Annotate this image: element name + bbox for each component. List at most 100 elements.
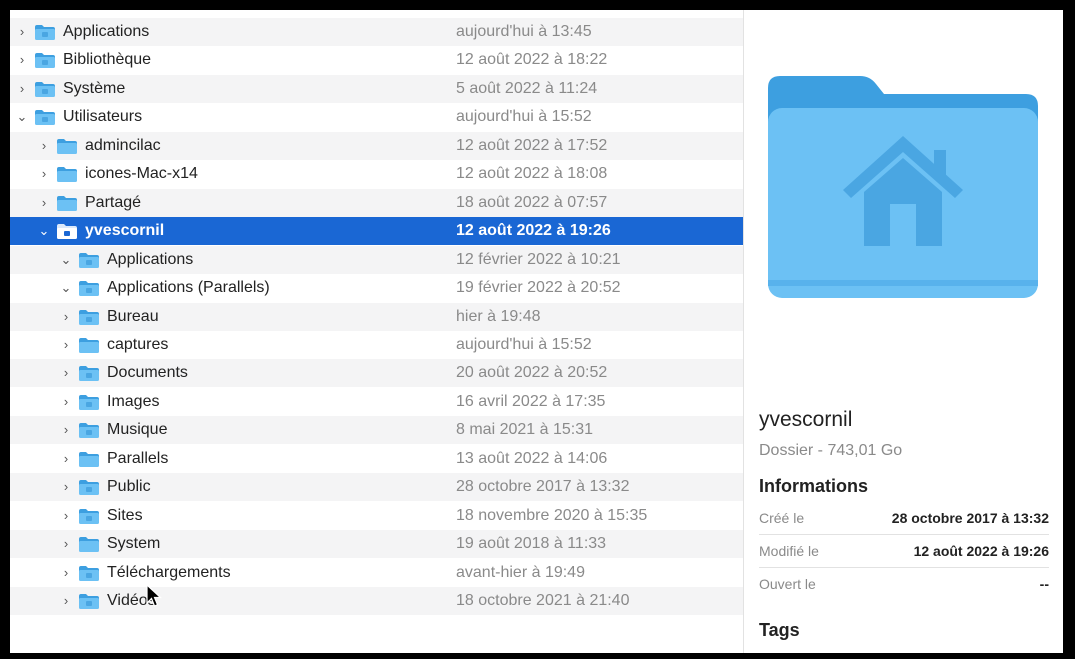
date-modified: 18 août 2022 à 07:57 [456, 193, 608, 211]
disclosure-collapsed-icon[interactable]: › [38, 132, 50, 160]
list-item[interactable]: › Images 16 avril 2022 à 17:35 [10, 388, 743, 416]
modified-value: 12 août 2022 à 19:26 [913, 543, 1049, 559]
list-item[interactable]: › Vidéos 18 octobre 2021 à 21:40 [10, 587, 743, 615]
pictures-folder-icon [79, 394, 99, 410]
info-separator [759, 567, 1049, 568]
disclosure-collapsed-icon[interactable]: › [60, 587, 72, 615]
date-modified: aujourd'hui à 15:52 [456, 108, 592, 126]
folder-icon [57, 167, 77, 183]
movies-folder-icon [79, 594, 99, 609]
file-name: Musique [107, 421, 168, 439]
downloads-folder-icon [79, 565, 99, 581]
disclosure-collapsed-icon[interactable]: › [60, 359, 72, 387]
opened-value: -- [1039, 576, 1049, 592]
file-name: Bureau [107, 307, 159, 325]
date-modified: 16 avril 2022 à 17:35 [456, 392, 606, 410]
home-folder-icon [57, 224, 77, 240]
file-name: Partagé [85, 193, 142, 211]
users-folder-icon [35, 110, 55, 126]
created-label: Créé le [759, 510, 805, 526]
file-name: Parallels [107, 449, 169, 467]
file-name: Documents [107, 364, 188, 382]
list-item[interactable]: › Musique 8 mai 2021 à 15:31 [10, 416, 743, 445]
date-modified: 12 février 2022 à 10:21 [456, 250, 621, 268]
home-folder-icon [768, 76, 1038, 298]
folder-icon [79, 537, 99, 553]
preview-pane: yvescornil Dossier - 743,01 Go Informati… [744, 10, 1063, 653]
list-item[interactable]: › admincilac 12 août 2022 à 17:52 [10, 131, 743, 160]
disclosure-collapsed-icon[interactable]: › [60, 502, 72, 530]
created-value: 28 octobre 2017 à 13:32 [891, 510, 1049, 526]
file-list: › Applications aujourd'hui à 13:45 › Bibliot… [10, 10, 743, 653]
info-separator [759, 534, 1049, 535]
info-heading: Informations [759, 476, 869, 496]
file-name: yvescornil [85, 222, 165, 240]
disclosure-expanded-icon[interactable]: ⌄ [38, 217, 50, 245]
disclosure-collapsed-icon[interactable]: › [38, 189, 50, 217]
disclosure-collapsed-icon[interactable]: › [60, 416, 72, 444]
list-item[interactable]: › Sites 18 novembre 2020 à 15:35 [10, 502, 743, 530]
list-item[interactable]: › Partagé 18 août 2022 à 07:57 [10, 188, 743, 217]
list-item[interactable]: › Téléchargements avant-hier à 19:49 [10, 559, 743, 587]
date-modified: aujourd'hui à 15:52 [456, 335, 592, 353]
date-modified: 12 août 2022 à 18:08 [456, 165, 608, 183]
disclosure-expanded-icon[interactable]: ⌄ [60, 246, 72, 274]
disclosure-collapsed-icon[interactable]: › [60, 303, 72, 331]
list-item[interactable]: › icones-Mac-x14 12 août 2022 à 18:08 [10, 160, 743, 188]
file-name: Images [107, 392, 160, 410]
folder-icon [57, 138, 77, 154]
list-item[interactable]: › Système 5 août 2022 à 11:24 [10, 74, 743, 103]
date-modified: hier à 19:48 [456, 307, 541, 325]
list-item[interactable]: › captures aujourd'hui à 15:52 [10, 331, 743, 359]
folder-icon [79, 451, 99, 467]
disclosure-collapsed-icon[interactable]: › [16, 75, 28, 103]
file-name: admincilac [85, 136, 161, 154]
list-item[interactable]: › System 19 août 2018 à 11:33 [10, 530, 743, 559]
modified-label: Modifié le [759, 543, 819, 559]
date-modified: 12 août 2022 à 17:52 [456, 136, 608, 154]
list-item[interactable]: › Documents 20 août 2022 à 20:52 [10, 359, 743, 388]
list-item[interactable]: ⌄ Applications 12 février 2022 à 10:21 [10, 245, 743, 274]
list-item[interactable]: › Bibliothèque 12 août 2022 à 18:22 [10, 46, 743, 74]
disclosure-collapsed-icon[interactable]: › [60, 473, 72, 501]
list-item[interactable]: › Public 28 octobre 2017 à 13:32 [10, 473, 743, 502]
mouse-pointer-icon [146, 584, 162, 607]
file-name: icones-Mac-x14 [85, 165, 198, 183]
desktop-folder-icon [79, 309, 99, 325]
date-modified: 12 août 2022 à 19:26 [456, 222, 611, 240]
disclosure-collapsed-icon[interactable]: › [38, 160, 50, 188]
disclosure-collapsed-icon[interactable]: › [16, 46, 28, 74]
date-modified: 8 mai 2021 à 15:31 [456, 421, 593, 439]
file-name: Applications (Parallels) [107, 279, 270, 297]
file-name: Bibliothèque [63, 51, 152, 69]
date-modified: 18 octobre 2021 à 21:40 [456, 592, 630, 609]
disclosure-collapsed-icon[interactable]: › [60, 445, 72, 473]
disclosure-collapsed-icon[interactable]: › [60, 530, 72, 558]
disclosure-expanded-icon[interactable]: ⌄ [60, 274, 72, 302]
disclosure-expanded-icon[interactable]: ⌄ [16, 103, 28, 131]
list-item[interactable]: ⌄ Utilisateurs aujourd'hui à 15:52 [10, 103, 743, 131]
date-modified: 12 août 2022 à 18:22 [456, 51, 608, 69]
disclosure-collapsed-icon[interactable]: › [60, 388, 72, 416]
disclosure-collapsed-icon[interactable]: › [60, 559, 72, 587]
file-name: Téléchargements [107, 563, 231, 581]
date-modified: 28 octobre 2017 à 13:32 [456, 478, 630, 496]
list-item[interactable]: › Bureau hier à 19:48 [10, 302, 743, 331]
info-row-opened: Ouvert le -- [759, 570, 1049, 598]
file-name: Applications [107, 250, 194, 268]
file-name: Sites [107, 506, 143, 524]
preview-kind-size: Dossier - 743,01 Go [759, 442, 903, 459]
date-modified: 13 août 2022 à 14:06 [456, 449, 608, 467]
list-item[interactable]: ⌄ Applications (Parallels) 19 février 2022… [10, 274, 743, 302]
list-item[interactable]: ⌄ yvescornil 12 août 2022 à 19:26 [10, 217, 743, 246]
list-item[interactable]: › Parallels 13 août 2022 à 14:06 [10, 445, 743, 473]
file-name: Applications [63, 23, 150, 40]
sites-folder-icon [79, 508, 99, 524]
folder-icon [79, 337, 99, 353]
disclosure-collapsed-icon[interactable]: › [60, 331, 72, 359]
disclosure-collapsed-icon[interactable]: › [16, 18, 28, 46]
tags-heading: Tags [759, 620, 800, 640]
list-item[interactable]: › Applications aujourd'hui à 13:45 [10, 18, 743, 46]
public-folder-icon [79, 480, 99, 496]
date-modified: 18 novembre 2020 à 15:35 [456, 506, 648, 524]
